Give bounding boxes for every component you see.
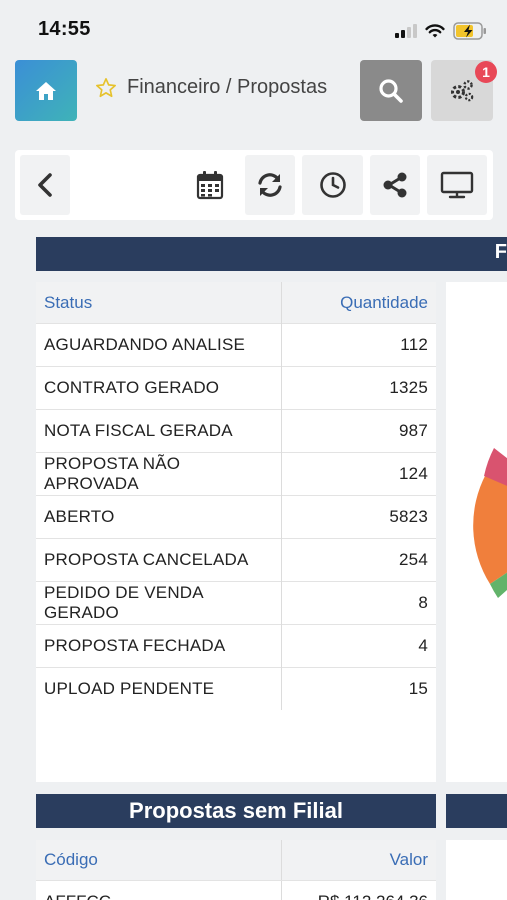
calendar-icon xyxy=(196,171,224,200)
monitor-icon xyxy=(440,171,474,199)
status-bar: 14:55 xyxy=(0,0,507,56)
search-icon xyxy=(379,78,403,103)
home-icon xyxy=(36,81,56,100)
row-quantity: 4 xyxy=(281,624,436,668)
status-chart-card xyxy=(446,282,507,782)
row-status: PROPOSTA NÃO APROVADA xyxy=(36,452,282,496)
panel-title: Propostas sem Filial xyxy=(36,794,436,828)
table-header-row: Status Quantidade xyxy=(36,282,436,324)
row-status: NOTA FISCAL GERADA xyxy=(36,409,282,453)
table-row[interactable]: PROPOSTA NÃO APROVADA 124 xyxy=(36,452,436,496)
share-icon xyxy=(383,172,407,198)
wifi-icon xyxy=(425,24,445,38)
row-quantity: 8 xyxy=(281,581,436,625)
panel-title-fragment: F xyxy=(494,241,507,263)
status-table-card: Status Quantidade AGUARDANDO ANALISE 112 … xyxy=(36,282,436,782)
status-time: 14:55 xyxy=(38,18,91,40)
table-row[interactable]: PROPOSTA FECHADA 4 xyxy=(36,624,436,668)
column-header-status[interactable]: Status xyxy=(36,282,282,324)
status-panel-header: F xyxy=(36,237,507,271)
search-button[interactable] xyxy=(360,60,422,121)
table-header-row: Código Valor xyxy=(36,840,436,880)
table-row[interactable]: AGUARDANDO ANALISE 112 xyxy=(36,323,436,367)
row-quantity: 15 xyxy=(281,667,436,710)
top-bar: Financeiro / Propostas xyxy=(0,56,507,126)
star-icon[interactable] xyxy=(95,77,117,99)
row-status: UPLOAD PENDENTE xyxy=(36,667,282,710)
table-row[interactable]: CONTRATO GERADO 1325 xyxy=(36,366,436,410)
table-row[interactable]: UPLOAD PENDENTE 15 xyxy=(36,667,436,710)
clock-icon xyxy=(319,172,346,198)
row-value: R$ 112.264,36 xyxy=(281,881,436,900)
row-quantity: 124 xyxy=(281,452,436,496)
share-button[interactable] xyxy=(370,155,420,215)
gears-icon xyxy=(451,79,474,101)
refresh-icon xyxy=(258,173,282,197)
proposals-table-card: Código Valor AFFFCC R$ 112.264,36 xyxy=(36,840,436,900)
row-status: CONTRATO GERADO xyxy=(36,366,282,410)
battery-charging-icon xyxy=(453,22,486,40)
row-status: PROPOSTA FECHADA xyxy=(36,624,282,668)
second-panel-header xyxy=(446,794,507,828)
status-icons xyxy=(395,20,487,42)
table-row[interactable]: AFFFCC R$ 112.264,36 xyxy=(36,880,436,900)
history-button[interactable] xyxy=(302,155,363,215)
table-row[interactable]: NOTA FISCAL GERADA 987 xyxy=(36,409,436,453)
column-header-quantity[interactable]: Quantidade xyxy=(281,282,436,324)
row-quantity: 254 xyxy=(281,538,436,582)
display-button[interactable] xyxy=(427,155,487,215)
notification-badge: 1 xyxy=(475,61,497,83)
status-table: Status Quantidade AGUARDANDO ANALISE 112 … xyxy=(36,282,436,710)
row-status: PEDIDO DE VENDA GERADO xyxy=(36,581,282,625)
back-button[interactable] xyxy=(20,155,70,215)
row-quantity: 5823 xyxy=(281,495,436,539)
status-pie-chart xyxy=(473,448,507,598)
home-button[interactable] xyxy=(15,60,77,121)
row-quantity: 112 xyxy=(281,323,436,367)
toolbar xyxy=(15,150,493,220)
row-code: AFFFCC xyxy=(36,881,281,900)
row-status: AGUARDANDO ANALISE xyxy=(36,323,282,367)
refresh-button[interactable] xyxy=(245,155,295,215)
second-panel-card xyxy=(446,840,507,900)
calendar-button[interactable] xyxy=(180,155,240,215)
column-header-value[interactable]: Valor xyxy=(281,840,436,880)
row-status: PROPOSTA CANCELADA xyxy=(36,538,282,582)
row-quantity: 987 xyxy=(281,409,436,453)
column-header-code[interactable]: Código xyxy=(36,840,281,880)
table-row[interactable]: PEDIDO DE VENDA GERADO 8 xyxy=(36,581,436,625)
table-row[interactable]: PROPOSTA CANCELADA 254 xyxy=(36,538,436,582)
row-quantity: 1325 xyxy=(281,366,436,410)
signal-icon xyxy=(395,24,417,38)
breadcrumb: Financeiro / Propostas xyxy=(95,76,327,99)
chevron-left-icon xyxy=(38,173,52,197)
table-row[interactable]: ABERTO 5823 xyxy=(36,495,436,539)
pie-slice-orange[interactable] xyxy=(473,474,507,584)
breadcrumb-text: Financeiro / Propostas xyxy=(127,76,328,98)
row-status: ABERTO xyxy=(36,495,282,539)
